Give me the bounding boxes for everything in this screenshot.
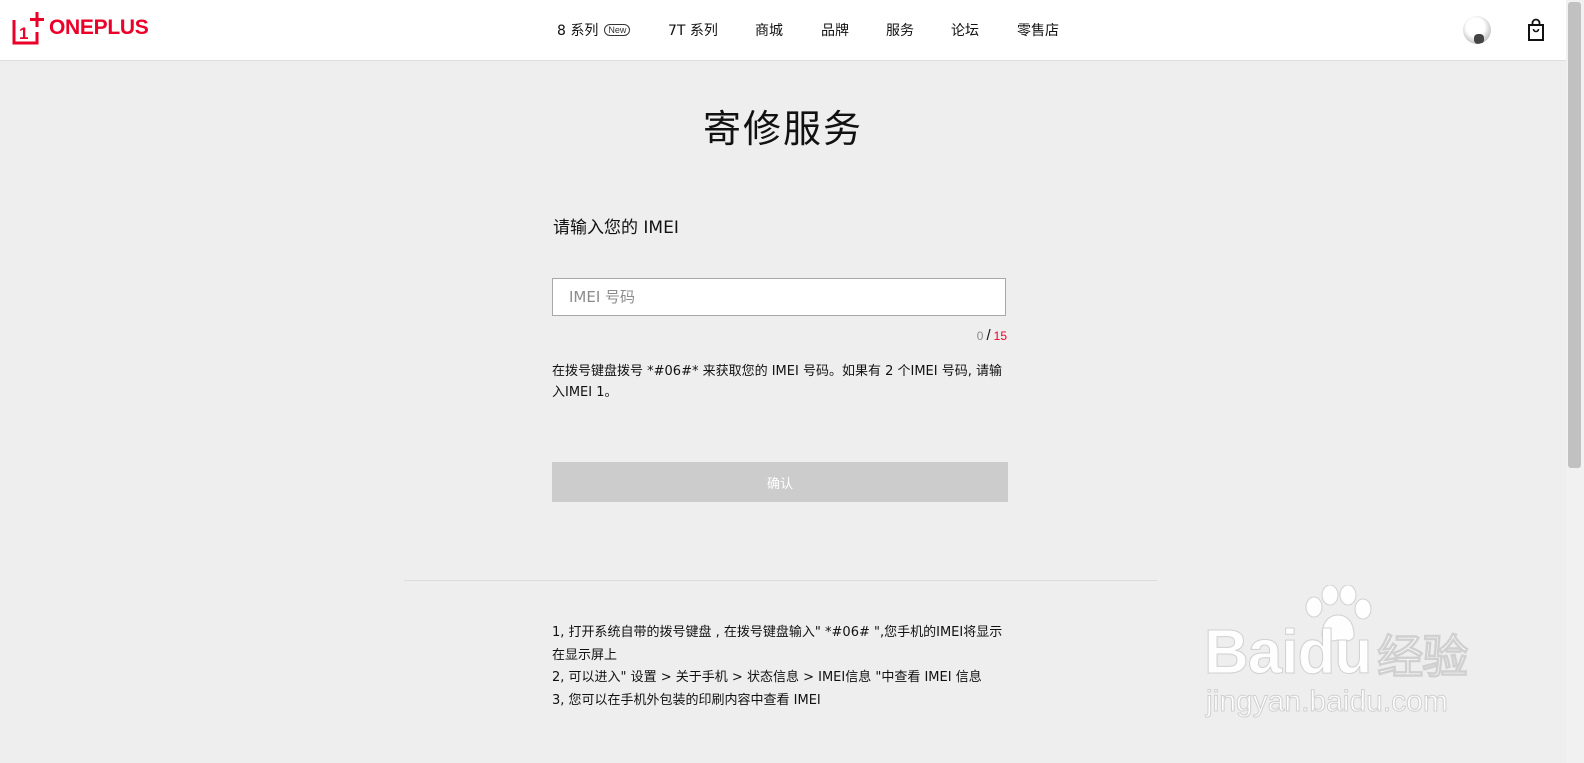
svg-text:1: 1 xyxy=(19,24,28,43)
nav-item-label: 商城 xyxy=(755,23,783,39)
watermark-logo-text: Baidu 经验 xyxy=(1203,617,1469,688)
instruction-step: 3, 您可以在手机外包装的印刷内容中查看 IMEI xyxy=(552,692,821,708)
nav-item-retail[interactable]: 零售店 xyxy=(1017,20,1059,40)
confirm-button[interactable]: 确认 xyxy=(552,462,1008,502)
imei-char-counter: 0/15 xyxy=(900,327,1007,344)
oneplus-logo[interactable]: 1 ONEPLUS xyxy=(12,11,149,45)
counter-current: 0 xyxy=(976,329,984,343)
nav-item-7t-series[interactable]: 7T 系列 xyxy=(668,20,755,40)
watermark-cn: 经验 xyxy=(1377,631,1469,684)
instruction-step: 2, 可以进入" 设置 > 关于手机 > 状态信息 > IMEI信息 "中查看 … xyxy=(552,670,982,685)
new-badge: New xyxy=(604,24,631,36)
imei-input[interactable] xyxy=(552,278,1006,316)
instruction-step: 1, 打开系统自带的拨号键盘 , 在拨号键盘输入" *#06# ",您手机的IM… xyxy=(552,625,1003,663)
nav-item-label: 零售店 xyxy=(1017,23,1059,39)
imei-instructions: 1, 打开系统自带的拨号键盘 , 在拨号键盘输入" *#06# ",您手机的IM… xyxy=(552,622,1007,712)
nav-item-brand[interactable]: 品牌 xyxy=(821,20,886,40)
nav-item-label: 论坛 xyxy=(951,23,979,39)
imei-label: 请输入您的 IMEI xyxy=(553,218,679,238)
shopping-bag-icon[interactable] xyxy=(1526,18,1546,42)
nav-item-8-series[interactable]: 8 系列 New xyxy=(557,20,668,40)
baidu-paw-icon xyxy=(1305,585,1372,642)
oneplus-logo-icon: 1 xyxy=(12,12,44,45)
watermark-du: du xyxy=(1297,618,1373,688)
section-divider xyxy=(404,580,1157,581)
nav-item-store[interactable]: 商城 xyxy=(755,20,821,40)
brand-name: ONEPLUS xyxy=(49,16,149,39)
nav-item-service[interactable]: 服务 xyxy=(886,20,951,40)
nav-item-forum[interactable]: 论坛 xyxy=(951,20,1017,40)
scrollbar-thumb[interactable] xyxy=(1568,2,1581,468)
nav-item-label: 品牌 xyxy=(821,23,849,39)
nav-item-label: 服务 xyxy=(886,23,914,39)
counter-separator: / xyxy=(986,327,991,344)
watermark-url: jingyan.baidu.com xyxy=(1206,685,1449,719)
watermark-bai: Bai xyxy=(1203,618,1298,688)
page-title: 寄修服务 xyxy=(702,107,863,151)
imei-hint: 在拨号键盘拨号 *#06#* 来获取您的 IMEI 号码。如果有 2 个IMEI… xyxy=(552,364,1002,400)
counter-max: 15 xyxy=(993,329,1007,343)
main-nav: 8 系列 New 7T 系列 商城 品牌 服务 论坛 零售店 xyxy=(557,0,1059,60)
baidu-watermark: Baidu 经验 jingyan.baidu.com xyxy=(1200,585,1500,725)
top-header: 1 ONEPLUS 8 系列 New 7T 系列 商城 品牌 服务 论坛 零售店 xyxy=(0,0,1566,61)
nav-item-label: 7T 系列 xyxy=(668,23,718,39)
nav-item-label: 8 系列 xyxy=(557,23,599,39)
user-avatar[interactable] xyxy=(1463,16,1491,44)
